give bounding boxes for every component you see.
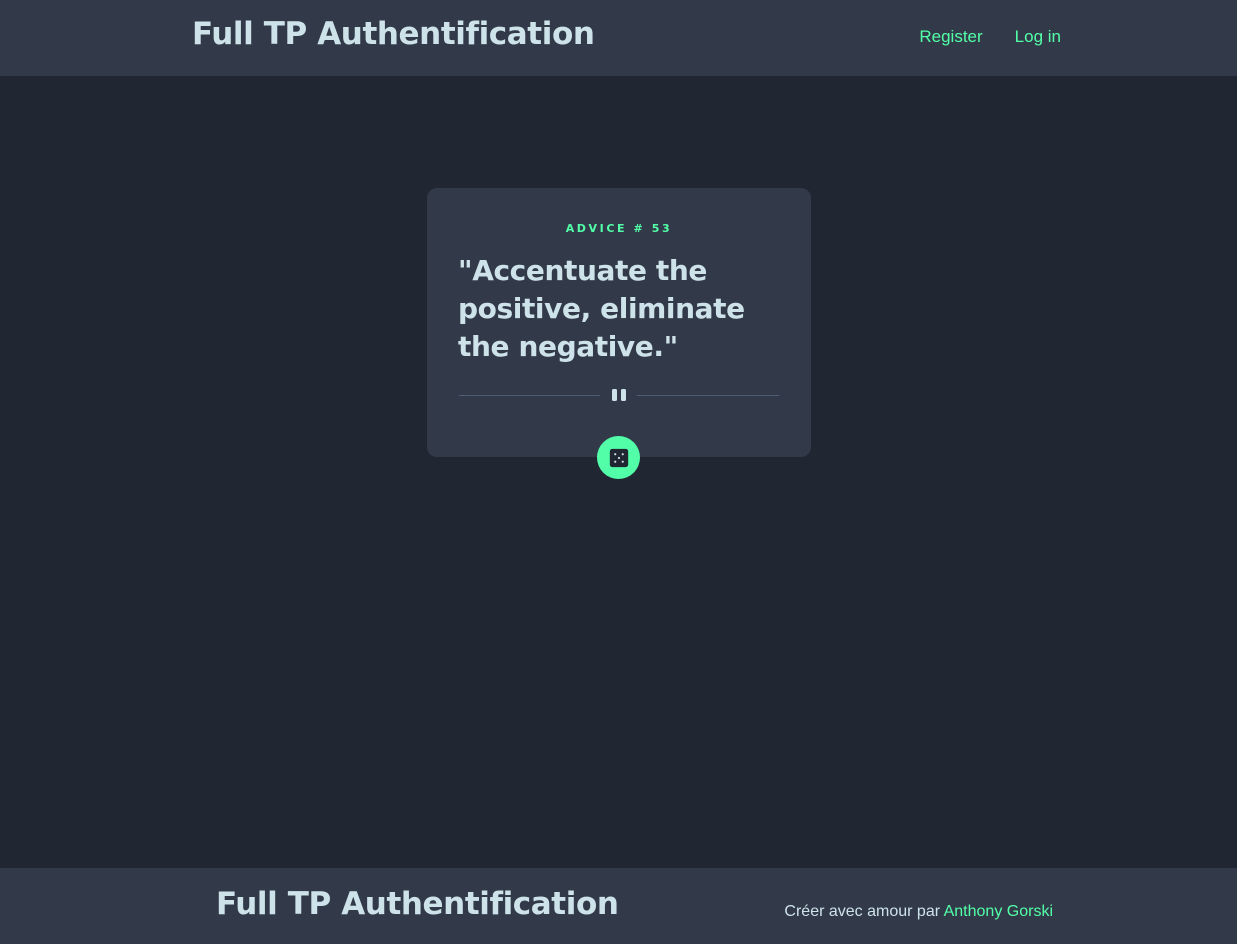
generate-advice-button[interactable] [597, 436, 640, 479]
pause-icon [612, 389, 626, 401]
register-link[interactable]: Register [919, 27, 982, 47]
divider-right [637, 395, 779, 396]
site-footer: Full TP Authentification Créer avec amou… [0, 868, 1237, 944]
login-link[interactable]: Log in [1015, 27, 1061, 47]
footer-credit: Créer avec amour par Anthony Gorski [784, 903, 1053, 921]
author-link[interactable]: Anthony Gorski [944, 903, 1053, 920]
site-header: Full TP Authentification Register Log in [0, 0, 1237, 76]
advice-card: ADVICE # 53 "Accentuate the positive, el… [427, 188, 811, 457]
main-nav: Register Log in [919, 27, 1061, 47]
footer-title: Full TP Authentification [216, 886, 619, 922]
advice-quote: "Accentuate the positive, eliminate the … [458, 254, 745, 363]
advice-number: ADVICE # 53 [565, 222, 673, 235]
credit-text: Créer avec amour par [784, 903, 944, 920]
site-title: Full TP Authentification [192, 16, 595, 52]
divider-left [459, 395, 600, 396]
dice-icon [609, 448, 628, 467]
